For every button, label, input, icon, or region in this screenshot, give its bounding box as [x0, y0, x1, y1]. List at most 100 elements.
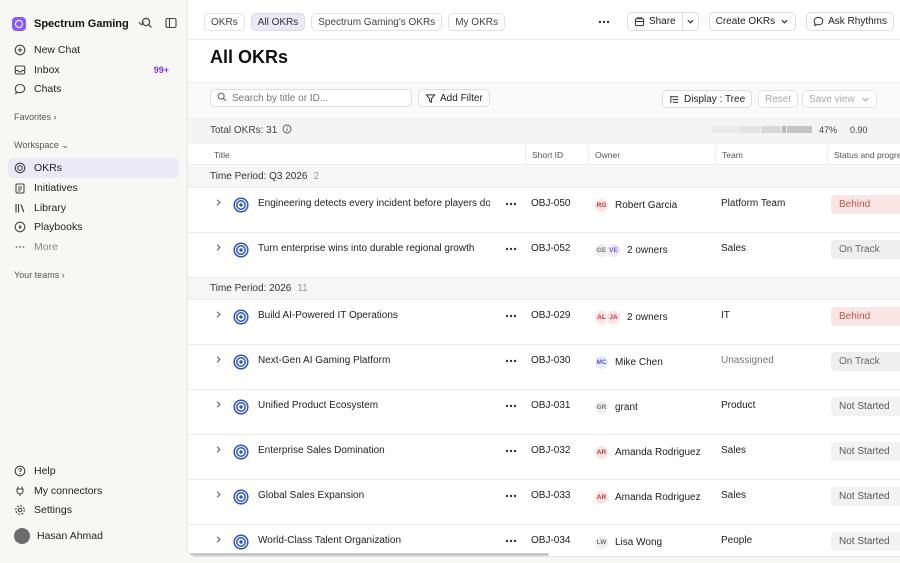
row-more-icon[interactable] [503, 489, 519, 503]
chevron-right-icon[interactable] [214, 243, 224, 253]
tab-okrs[interactable]: OKRs [204, 13, 245, 31]
page-title: All OKRs [210, 47, 289, 67]
okr-title[interactable]: Build AI-Powered IT Operations [258, 310, 490, 321]
short-id: OBJ-034 [531, 535, 571, 546]
nav-help[interactable]: Help [8, 461, 179, 481]
sidebar-toggle-icon[interactable] [164, 16, 178, 30]
workspace-switcher[interactable]: Spectrum Gaming [12, 14, 182, 34]
favorites-section[interactable]: Favorites › [14, 112, 57, 122]
table-row[interactable]: Engineering detects every incident befor… [188, 188, 900, 233]
status-badge[interactable]: Behind [831, 307, 900, 326]
share-button[interactable]: Share [626, 12, 683, 31]
nav-label: Library [34, 202, 67, 214]
table-row[interactable]: Next-Gen AI Gaming Platform OBJ-030 MC Mike… [188, 345, 900, 390]
owner-cell[interactable]: MC Mike Chen [594, 355, 663, 370]
status-badge[interactable]: On Track [831, 352, 900, 371]
column-header-short-id[interactable]: Short ID [525, 145, 588, 165]
column-header-owner[interactable]: Owner [588, 145, 715, 165]
nav-initiatives[interactable]: Initiatives [8, 178, 179, 198]
table-row[interactable]: Build AI-Powered IT Operations OBJ-029 AL J… [188, 300, 900, 345]
tab-all-okrs[interactable]: All OKRs [250, 13, 306, 31]
status-badge[interactable]: Not Started [831, 487, 900, 506]
nav-playbooks[interactable]: Playbooks [8, 217, 179, 237]
owner-avatar: JA [606, 310, 621, 325]
search-icon[interactable] [140, 16, 154, 30]
nav-more[interactable]: More [8, 237, 179, 257]
your-teams-section[interactable]: Your teams › [14, 270, 65, 280]
chevron-right-icon[interactable] [214, 535, 224, 545]
tab-my-okrs[interactable]: My OKRs [448, 13, 505, 31]
row-more-icon[interactable] [503, 534, 519, 548]
owner-cell[interactable]: GR grant [594, 400, 638, 415]
search-input[interactable] [232, 92, 402, 104]
row-more-icon[interactable] [503, 354, 519, 368]
owner-cell[interactable]: GE VE 2 owners [594, 243, 668, 258]
chevron-right-icon[interactable] [214, 355, 224, 365]
create-okrs-button[interactable]: Create OKRs [708, 12, 797, 31]
reset-button[interactable]: Reset [758, 90, 799, 108]
column-header-title[interactable]: Title [208, 145, 525, 165]
search-box[interactable] [210, 89, 412, 107]
tab-company-okrs[interactable]: Spectrum Gaming's OKRs [311, 13, 443, 31]
owner-cell[interactable]: AR Amanda Rodriguez [594, 445, 701, 460]
chevron-right-icon[interactable] [214, 400, 224, 410]
status-badge[interactable]: Not Started [831, 397, 900, 416]
owner-cell[interactable]: AL JA 2 owners [594, 310, 668, 325]
owner-name: Robert Garcia [615, 200, 678, 211]
row-more-icon[interactable] [503, 399, 519, 413]
nav-connectors[interactable]: My connectors [8, 481, 179, 501]
user-profile[interactable]: Hasan Ahmad [8, 526, 179, 546]
group-period: Time Period: Q3 2026 [210, 171, 308, 182]
chevron-right-icon[interactable] [214, 490, 224, 500]
info-icon[interactable] [282, 124, 292, 137]
okr-title[interactable]: Turn enterprise wins into durable region… [258, 243, 490, 254]
save-view-button[interactable]: Save view [802, 90, 877, 108]
row-more-icon[interactable] [503, 444, 519, 458]
group-header-row[interactable]: Time Period: Q3 2026 2 [188, 166, 900, 188]
table-row[interactable]: Unified Product Ecosystem OBJ-031 GR grant P… [188, 390, 900, 435]
table-header: Title Short ID Owner Team Status and pro… [188, 145, 900, 165]
status-badge[interactable]: Not Started [831, 532, 900, 551]
column-header-team[interactable]: Team [715, 145, 827, 165]
okr-title[interactable]: Engineering detects every incident befor… [258, 198, 490, 209]
share-dropdown-button[interactable] [682, 12, 699, 31]
nav-library[interactable]: Library [8, 198, 179, 218]
status-badge[interactable]: Behind [831, 195, 900, 214]
owner-avatar: MC [594, 355, 609, 370]
table-row[interactable]: Turn enterprise wins into durable region… [188, 233, 900, 278]
owner-cell[interactable]: RG Robert Garcia [594, 198, 677, 213]
nav-label: Initiatives [34, 182, 78, 194]
ask-rhythms-button[interactable]: Ask Rhythms [806, 12, 894, 31]
team-name: People [721, 535, 753, 546]
horizontal-scrollbar[interactable] [189, 553, 549, 556]
column-header-status[interactable]: Status and progre [827, 145, 900, 165]
row-more-icon[interactable] [503, 242, 519, 256]
chevron-right-icon[interactable] [214, 310, 224, 320]
workspace-section[interactable]: Workspace ⌄ [14, 140, 69, 151]
chevron-right-icon[interactable] [214, 198, 224, 208]
table-row[interactable]: Global Sales Expansion OBJ-033 AR Amanda Ro… [188, 480, 900, 525]
okr-title[interactable]: Unified Product Ecosystem [258, 400, 490, 411]
owner-cell[interactable]: AR Amanda Rodriguez [594, 490, 701, 505]
okr-title[interactable]: Next-Gen AI Gaming Platform [258, 355, 490, 366]
group-header-row[interactable]: Time Period: 2026 11 [188, 278, 900, 300]
more-horizontal-icon[interactable] [595, 13, 613, 31]
nav-okrs[interactable]: OKRs [8, 158, 179, 178]
nav-settings[interactable]: Settings [8, 500, 179, 520]
status-badge[interactable]: On Track [831, 240, 900, 259]
table-row[interactable]: Enterprise Sales Domination OBJ-032 AR Aman… [188, 435, 900, 480]
inbox-badge: 99+ [153, 65, 169, 75]
add-filter-button[interactable]: Add Filter [418, 89, 490, 107]
chevron-right-icon[interactable] [214, 445, 224, 455]
okr-title[interactable]: World-Class Talent Organization [258, 535, 490, 546]
okr-title[interactable]: Enterprise Sales Domination [258, 445, 490, 456]
row-more-icon[interactable] [503, 197, 519, 211]
owner-cell[interactable]: LW Lisa Wong [594, 535, 662, 550]
row-more-icon[interactable] [503, 309, 519, 323]
okr-title[interactable]: Global Sales Expansion [258, 490, 490, 501]
nav-chats[interactable]: Chats [8, 79, 179, 99]
display-mode-button[interactable]: Display : Tree [662, 90, 753, 108]
nav-inbox[interactable]: Inbox 99+ [8, 60, 179, 80]
nav-new-chat[interactable]: New Chat [8, 40, 179, 60]
status-badge[interactable]: Not Started [831, 442, 900, 461]
